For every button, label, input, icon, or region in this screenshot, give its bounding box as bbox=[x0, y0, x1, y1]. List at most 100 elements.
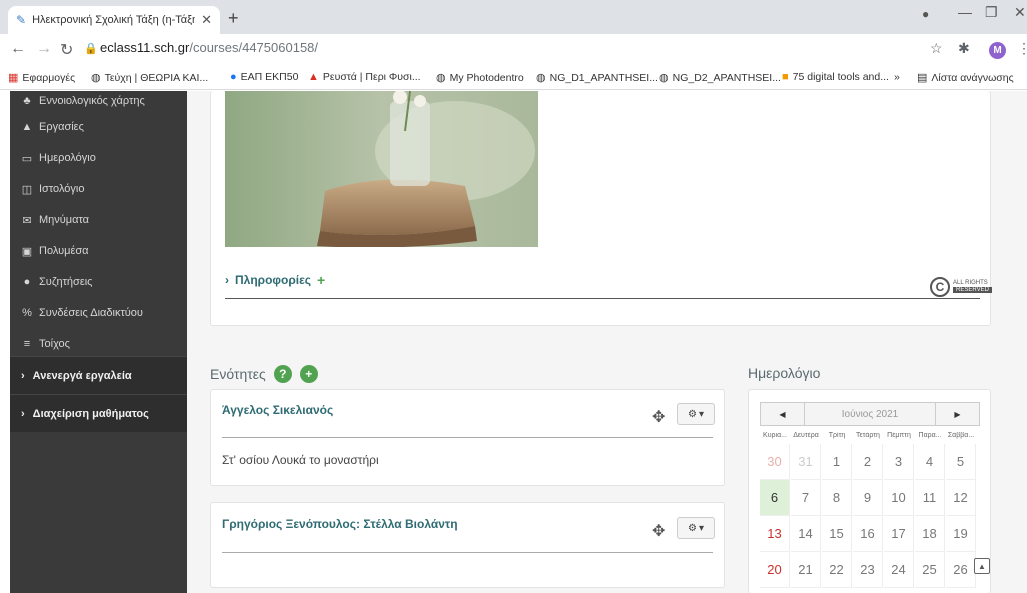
avatar[interactable]: M bbox=[989, 42, 1006, 59]
sidebar-item-calendar[interactable]: ▭ Ημερολόγιο bbox=[10, 144, 187, 172]
sidebar-item-wall[interactable]: ≡ Τοίχος bbox=[10, 330, 187, 358]
calendar-day[interactable]: 26 bbox=[946, 552, 976, 588]
calendar-weekday: Κυρια... bbox=[763, 432, 787, 439]
sidebar-item-assignments[interactable]: ▲ Εργασίες bbox=[10, 113, 187, 141]
url-field[interactable]: eclass11.sch.gr/courses/4475060158/ bbox=[100, 40, 318, 55]
unit-description: Στ' οσίου Λουκά το μοναστήρι bbox=[222, 453, 379, 467]
list-icon: ≡ bbox=[23, 338, 31, 350]
move-icon[interactable]: ✥ bbox=[652, 521, 665, 541]
close-window-button[interactable]: ✕ bbox=[1014, 4, 1026, 21]
caret-down-icon: ▾ bbox=[698, 408, 704, 420]
calendar-day[interactable]: 24 bbox=[884, 552, 914, 588]
calendar-day[interactable]: 23 bbox=[853, 552, 883, 588]
calendar-day[interactable]: 25 bbox=[915, 552, 945, 588]
calendar-day[interactable]: 4 bbox=[915, 444, 945, 480]
scroll-to-top-button[interactable]: ▲ bbox=[974, 558, 990, 574]
sidebar-item-forums[interactable]: ● Συζητήσεις bbox=[10, 268, 187, 296]
calendar-day[interactable]: 1 bbox=[822, 444, 852, 480]
calendar-day[interactable]: 3 bbox=[884, 444, 914, 480]
sidebar-item-label: Τοίχος bbox=[39, 338, 70, 350]
calendar-day[interactable]: 19 bbox=[946, 516, 976, 552]
calendar-weekday: Πέμπτη bbox=[887, 432, 911, 439]
calendar-day[interactable]: 12 bbox=[946, 480, 976, 516]
bookmark-item[interactable]: ◍ NG_D2_APANTHSEI... bbox=[659, 71, 781, 85]
sidebar-section-course-admin[interactable]: › Διαχείριση μαθήματος bbox=[10, 394, 187, 432]
sidebar-item-messages[interactable]: ✉ Μηνύματα bbox=[10, 206, 187, 234]
sidebar-item-label: Πολυμέσα bbox=[39, 245, 89, 257]
calendar-day[interactable]: 14 bbox=[791, 516, 821, 552]
calendar-day[interactable]: 16 bbox=[853, 516, 883, 552]
url-path: /courses/4475060158/ bbox=[189, 40, 319, 55]
calendar-day[interactable]: 21 bbox=[791, 552, 821, 588]
bookmark-item[interactable]: ● ΕΑΠ ΕΚΠ50 bbox=[230, 71, 298, 83]
calendar-day[interactable]: 2 bbox=[853, 444, 883, 480]
sidebar-item-links[interactable]: % Συνδέσεις Διαδικτύου bbox=[10, 299, 187, 327]
course-info-toggle[interactable]: › Πληροφορίες + bbox=[225, 272, 325, 288]
reading-list-button[interactable]: ▤ Λίστα ανάγνωσης bbox=[917, 71, 1014, 85]
reload-icon[interactable]: ↻ bbox=[60, 40, 73, 60]
calendar-day[interactable]: 6 bbox=[760, 480, 790, 516]
extensions-puzzle-icon[interactable]: ✱ bbox=[958, 40, 970, 57]
calendar-prev-button[interactable]: ◀ bbox=[760, 402, 805, 426]
bookmark-star-icon[interactable]: ☆ bbox=[930, 40, 943, 57]
sidebar-item-multimedia[interactable]: ▣ Πολυμέσα bbox=[10, 237, 187, 265]
plus-icon[interactable]: + bbox=[317, 272, 325, 288]
new-tab-button[interactable]: + bbox=[228, 8, 239, 29]
bookmark-item[interactable]: ■ 75 digital tools and... bbox=[782, 71, 889, 83]
move-icon[interactable]: ✥ bbox=[652, 407, 665, 427]
unit-title-link[interactable]: Άγγελος Σικελιανός bbox=[222, 403, 333, 417]
sidebar-item-label: Ημερολόγιο bbox=[39, 152, 96, 164]
calendar-day[interactable]: 20 bbox=[760, 552, 790, 588]
units-heading: Ενότητες ? + bbox=[210, 365, 318, 383]
profile-menu-icon[interactable]: ● bbox=[922, 7, 929, 21]
calendar-day[interactable]: 22 bbox=[822, 552, 852, 588]
film-icon: ▣ bbox=[21, 245, 33, 258]
calendar-day[interactable]: 7 bbox=[791, 480, 821, 516]
calendar-day[interactable]: 30 bbox=[760, 444, 790, 480]
bookmark-item[interactable]: ◍ My Photodentro bbox=[436, 71, 524, 85]
link-icon: % bbox=[22, 307, 32, 319]
minimize-button[interactable]: — bbox=[958, 4, 972, 20]
bookmark-label: My Photodentro bbox=[449, 71, 524, 84]
more-bookmarks-button[interactable]: » bbox=[894, 71, 900, 83]
calendar-day[interactable]: 9 bbox=[853, 480, 883, 516]
sitemap-icon: ♣ bbox=[23, 95, 31, 107]
bookmark-item[interactable]: ◍ NG_D1_APANTHSEI... bbox=[536, 71, 658, 85]
sidebar-item-concept-map[interactable]: ♣ Εννοιολογικός χάρτης bbox=[10, 87, 187, 115]
calendar-day[interactable]: 15 bbox=[822, 516, 852, 552]
calendar-day[interactable]: 13 bbox=[760, 516, 790, 552]
sidebar-section-inactive-tools[interactable]: › Ανενεργά εργαλεία bbox=[10, 356, 187, 394]
forward-arrow-icon[interactable]: → bbox=[36, 40, 52, 58]
browser-tab[interactable]: ✎ Ηλεκτρονική Σχολική Τάξη (η-Τάξη) ✕ bbox=[8, 6, 220, 34]
sidebar-item-blog[interactable]: ◫ Ιστολόγιο bbox=[10, 175, 187, 203]
unit-actions-button[interactable]: ⚙ ▾ bbox=[677, 517, 715, 539]
calendar-heading-label: Ημερολόγιο bbox=[748, 365, 821, 381]
calendar-next-button[interactable]: ▶ bbox=[935, 402, 980, 426]
caret-down-icon: ▾ bbox=[698, 522, 704, 534]
bookmark-item[interactable]: ◍ Τεύχη | ΘΕΩΡΙΑ ΚΑΙ... bbox=[91, 71, 208, 85]
bookmark-apps[interactable]: ▦ Εφαρμογές bbox=[8, 71, 75, 85]
calendar-day[interactable]: 8 bbox=[822, 480, 852, 516]
calendar-day[interactable]: 10 bbox=[884, 480, 914, 516]
add-unit-icon[interactable]: + bbox=[299, 365, 318, 383]
kebab-menu-icon[interactable]: ⋮ bbox=[1017, 40, 1027, 57]
unit-title-link[interactable]: Γρηγόριος Ξενόπουλος: Στέλλα Βιολάντη bbox=[222, 517, 458, 531]
calendar-day[interactable]: 11 bbox=[915, 480, 945, 516]
divider bbox=[225, 298, 980, 299]
browser-tab-strip: ✎ Ηλεκτρονική Σχολική Τάξη (η-Τάξη) ✕ + … bbox=[0, 0, 1027, 34]
sidebar-section-label: Ανενεργά εργαλεία bbox=[32, 369, 132, 382]
bookmark-label: Ρευστά | Περι Φυσι... bbox=[322, 71, 421, 83]
calendar-day[interactable]: 18 bbox=[915, 516, 945, 552]
calendar-day[interactable]: 31 bbox=[791, 444, 821, 480]
maximize-button[interactable]: ❐ bbox=[985, 4, 998, 21]
unit-actions-button[interactable]: ⚙ ▾ bbox=[677, 403, 715, 425]
bookmark-item[interactable]: ▲ Ρευστά | Περι Φυσι... bbox=[308, 71, 421, 83]
calendar-day[interactable]: 5 bbox=[946, 444, 976, 480]
tab-close-icon[interactable]: ✕ bbox=[201, 12, 212, 28]
globe-icon: ◍ bbox=[91, 72, 101, 84]
back-arrow-icon[interactable]: ← bbox=[10, 40, 26, 58]
globe-icon: ◍ bbox=[659, 72, 669, 84]
help-icon[interactable]: ? bbox=[273, 365, 292, 383]
envelope-icon: ✉ bbox=[22, 214, 32, 227]
calendar-day[interactable]: 17 bbox=[884, 516, 914, 552]
